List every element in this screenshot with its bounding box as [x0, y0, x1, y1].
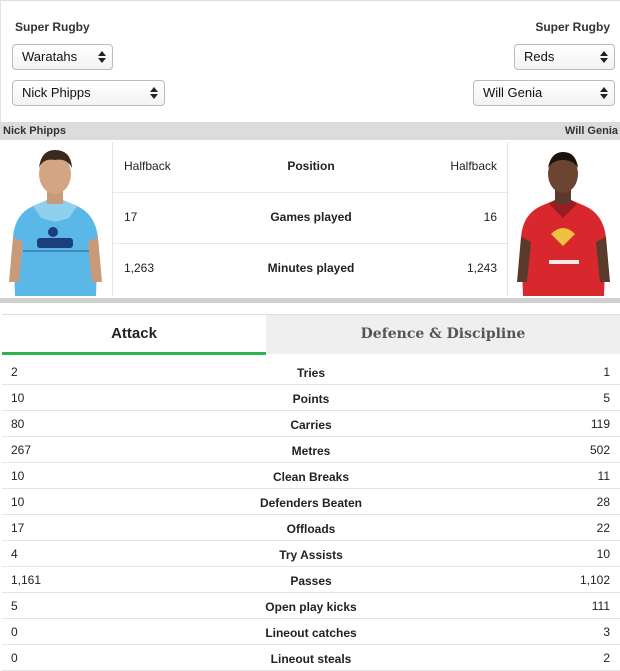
stat-label: Open play kicks	[265, 600, 357, 614]
stat-label: Offloads	[286, 522, 336, 536]
right-player-photo	[511, 142, 614, 296]
stat-row-carries: 80 Carries 119	[2, 411, 620, 437]
stat-label: Metres	[291, 444, 331, 458]
right-minutes-played: 1,243	[466, 261, 497, 275]
select-arrows-icon	[600, 49, 608, 65]
right-player-name: Will Genia	[564, 125, 618, 137]
stat-label: Clean Breaks	[272, 470, 350, 484]
stat-row-lineout-catches: 0 Lineout catches 3	[2, 619, 620, 645]
stat-label: Passes	[290, 574, 332, 588]
tab-attack[interactable]: Attack	[2, 315, 266, 355]
stat-label: Lineout steals	[270, 652, 352, 666]
stat-right-value: 11	[597, 469, 610, 483]
left-team-select[interactable]: Waratahs	[12, 44, 113, 70]
stat-right-value: 1	[603, 365, 610, 379]
stats-tabs: Attack Defence & Discipline	[2, 314, 620, 355]
stat-label: Defenders Beaten	[259, 496, 363, 510]
minutes-played-label: Minutes played	[267, 261, 355, 275]
select-arrows-icon	[150, 85, 158, 101]
stat-right-value: 10	[596, 547, 610, 561]
left-player-photo	[3, 142, 106, 296]
stat-row-points: 10 Points 5	[2, 385, 620, 411]
tab-defence-discipline[interactable]: Defence & Discipline	[266, 315, 620, 355]
stat-label: Tries	[296, 366, 326, 380]
player-name-bar: Nick Phipps Will Genia	[0, 122, 620, 140]
left-competition-label: Super Rugby	[15, 20, 90, 34]
right-competition-label: Super Rugby	[535, 20, 610, 34]
stat-right-value: 2	[603, 651, 610, 665]
stat-right-value: 1,102	[579, 573, 610, 587]
select-arrows-icon	[98, 49, 106, 65]
profile-row-position: Halfback Position Halfback	[113, 142, 507, 193]
profile-row-minutes-played: 1,263 Minutes played 1,243	[113, 244, 507, 296]
stat-row-tries: 2 Tries 1	[2, 359, 620, 385]
right-player-select[interactable]: Will Genia	[473, 80, 615, 106]
section-divider	[0, 298, 620, 303]
profile-row-games-played: 17 Games played 16	[113, 193, 507, 244]
stat-row-metres: 267 Metres 502	[2, 437, 620, 463]
stat-row-clean-breaks: 10 Clean Breaks 11	[2, 463, 620, 489]
games-played-label: Games played	[270, 210, 352, 224]
select-arrows-icon	[600, 85, 608, 101]
stat-label: Points	[292, 392, 330, 406]
stat-row-open-play-kicks: 5 Open play kicks 111	[2, 593, 620, 619]
left-player-select[interactable]: Nick Phipps	[12, 80, 165, 106]
stat-right-value: 119	[590, 417, 610, 431]
right-games-played: 16	[483, 210, 497, 224]
stat-label: Carries	[290, 418, 332, 432]
stat-row-try-assists: 4 Try Assists 10	[2, 541, 620, 567]
left-player-name: Nick Phipps	[3, 125, 66, 137]
comparison-header: Super Rugby Super Rugby Waratahs Nick Ph…	[0, 0, 620, 122]
right-position: Halfback	[450, 159, 497, 173]
stat-row-passes: 1,161 Passes 1,102	[2, 567, 620, 593]
stat-right-value: 5	[603, 391, 610, 405]
stats-table: 2 Tries 1 10 Points 5 80 Carries 119 267…	[2, 359, 620, 671]
stat-row-offloads: 17 Offloads 22	[2, 515, 620, 541]
right-player-value: Will Genia	[483, 85, 543, 100]
left-team-value: Waratahs	[22, 49, 78, 64]
stat-right-value: 3	[603, 625, 610, 639]
player-profile-table: Halfback Position Halfback 17 Games play…	[112, 142, 508, 296]
right-team-value: Reds	[524, 49, 555, 64]
stat-right-value: 111	[591, 599, 610, 613]
stat-row-defenders-beaten: 10 Defenders Beaten 28	[2, 489, 620, 515]
stat-label: Try Assists	[279, 548, 343, 562]
stat-right-value: 28	[596, 495, 610, 509]
stat-row-lineout-steals: 0 Lineout steals 2	[2, 645, 620, 671]
stat-right-value: 22	[596, 521, 610, 535]
stat-label: Lineout catches	[265, 626, 357, 640]
left-player-value: Nick Phipps	[22, 85, 91, 100]
right-team-select[interactable]: Reds	[514, 44, 615, 70]
stat-right-value: 502	[589, 443, 610, 457]
